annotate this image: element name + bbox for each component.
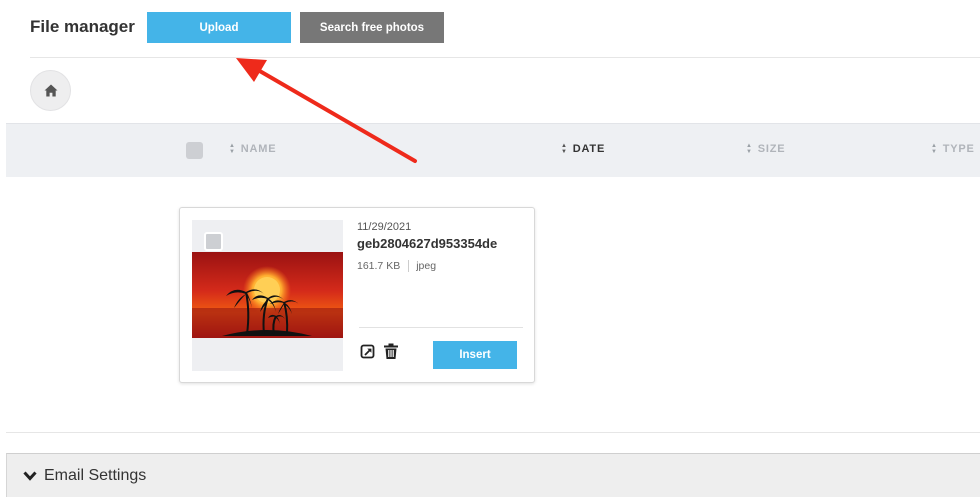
- file-size: 161.7 KB: [357, 260, 401, 272]
- select-all-checkbox[interactable]: [186, 142, 203, 159]
- file-manager-page: File manager Upload Search free photos ▲…: [0, 0, 980, 497]
- email-settings-label: Email Settings: [44, 466, 147, 484]
- home-button[interactable]: [30, 70, 71, 111]
- file-meta: 161.7 KB jpeg: [357, 260, 436, 272]
- home-icon: [44, 84, 57, 97]
- upload-button[interactable]: Upload: [147, 12, 291, 43]
- column-header-name[interactable]: ▲ ▼ NAME: [229, 143, 276, 155]
- column-label: SIZE: [757, 143, 786, 155]
- file-thumbnail[interactable]: [192, 220, 343, 371]
- file-card[interactable]: 11/29/2021 geb2804627d953354de 161.7 KB …: [179, 207, 535, 383]
- chevron-down-icon: [23, 470, 37, 481]
- divider: [30, 57, 980, 58]
- file-name: geb2804627d953354de: [357, 236, 498, 251]
- divider: [6, 432, 980, 433]
- header: File manager Upload Search free photos: [0, 0, 980, 58]
- search-free-photos-button[interactable]: Search free photos: [300, 12, 444, 43]
- sunset-image: [192, 252, 343, 338]
- divider: [408, 260, 410, 272]
- column-header-date[interactable]: ▲ ▼ DATE: [561, 143, 605, 155]
- sort-icon: ▲ ▼: [931, 143, 938, 155]
- column-header-size[interactable]: ▲ ▼ SIZE: [746, 143, 785, 155]
- column-header-type[interactable]: ▲ ▼ TYPE: [931, 143, 975, 155]
- sort-icon: ▲ ▼: [746, 143, 753, 155]
- trash-icon[interactable]: [383, 343, 399, 360]
- column-label: DATE: [572, 143, 606, 155]
- email-settings-toggle[interactable]: Email Settings: [6, 453, 980, 497]
- edit-icon[interactable]: [360, 344, 376, 360]
- insert-button[interactable]: Insert: [433, 341, 517, 369]
- table-header: ▲ ▼ NAME ▲ ▼ DATE ▲ ▼ SIZE ▲ ▼ TYPE: [6, 123, 980, 177]
- file-type: jpeg: [416, 260, 437, 272]
- column-label: TYPE: [942, 143, 975, 155]
- sort-icon: ▲ ▼: [561, 143, 568, 155]
- file-select-checkbox[interactable]: [204, 232, 223, 251]
- file-date: 11/29/2021: [357, 221, 412, 233]
- column-label: NAME: [240, 143, 277, 155]
- page-title: File manager: [30, 17, 135, 36]
- divider: [359, 327, 523, 328]
- sort-icon: ▲ ▼: [229, 143, 236, 155]
